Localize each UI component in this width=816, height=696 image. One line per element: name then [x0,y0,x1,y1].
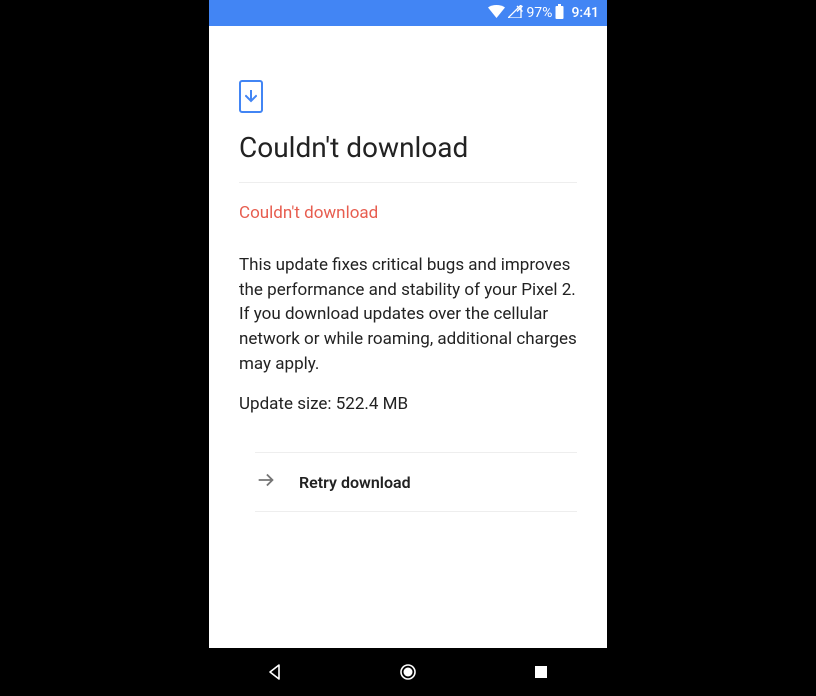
retry-download-label: Retry download [299,473,411,492]
retry-download-button[interactable]: Retry download [255,452,577,512]
page-title: Couldn't download [239,131,577,180]
status-icons: 97% 9:41 [488,4,599,23]
nav-home-button[interactable] [368,648,448,696]
nav-recent-button[interactable] [501,648,581,696]
update-size: Update size: 522.4 MB [239,394,577,414]
battery-percent: 97% [526,5,552,21]
nav-back-button[interactable] [235,648,315,696]
update-description: This update fixes critical bugs and impr… [239,253,577,376]
error-message: Couldn't download [239,203,577,223]
arrow-right-icon [255,469,277,495]
download-icon [239,80,263,113]
status-bar: 97% 9:41 [209,0,607,26]
content-area: Couldn't download Couldn't download This… [209,26,607,648]
phone-frame: 97% 9:41 Couldn't download Couldn't down… [209,0,607,696]
divider [239,182,577,183]
battery-icon [555,4,564,23]
cellular-no-signal-icon [508,5,523,22]
wifi-icon [488,5,505,22]
clock-time: 9:41 [571,5,599,21]
navigation-bar [209,648,607,696]
